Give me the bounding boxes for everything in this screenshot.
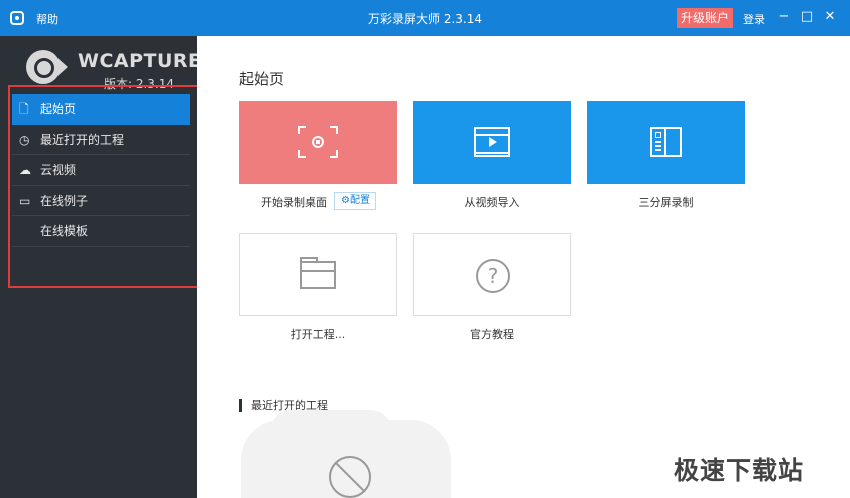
record-screen-icon	[298, 126, 338, 158]
site-watermark: 极速下载站	[674, 456, 805, 485]
sidebar-item-label: 起始页	[40, 102, 77, 116]
login-button[interactable]: 登录	[743, 11, 765, 27]
sidebar-item-cloud-video[interactable]: ☁ 云视频	[12, 155, 190, 186]
import-video-label: 从视频导入	[464, 196, 520, 209]
no-entry-icon	[329, 456, 371, 498]
sidebar-item-label: 最近打开的工程	[40, 132, 125, 147]
page-title: 起始页	[239, 70, 285, 88]
help-icon: ?	[476, 259, 510, 293]
folder-icon	[300, 257, 336, 289]
main-content: 起始页 开始录制桌面 ⚙配置 从视频导入 三分屏录制 打开工程... ? 官方教…	[197, 36, 850, 498]
sidebar: WCAPTURE 版本: 2.3.14 🗋 起始页 ◷ 最近打开的工程 ☁ 云视…	[0, 36, 201, 498]
upgrade-account-button[interactable]: 升级账户	[677, 8, 734, 28]
sidebar-item-recent-projects[interactable]: ◷ 最近打开的工程	[12, 125, 190, 155]
record-desktop-tile[interactable]	[239, 101, 397, 184]
split-screen-record-label: 三分屏录制	[638, 196, 694, 209]
version-label: 版本: 2.3.14	[104, 77, 175, 91]
open-project-label: 打开工程...	[290, 328, 346, 341]
camera-logo-icon	[26, 50, 60, 84]
document-icon: 🗋	[19, 102, 29, 116]
sidebar-item-label: 云视频	[40, 163, 77, 177]
logo-text: WCAPTURE	[78, 50, 202, 72]
split-screen-record-tile[interactable]	[587, 101, 745, 184]
minimize-button[interactable]: −	[776, 9, 792, 25]
official-tutorial-label: 官方教程	[470, 328, 514, 341]
official-tutorial-tile[interactable]: ?	[413, 233, 571, 316]
config-button[interactable]: ⚙配置	[334, 192, 376, 210]
cloud-icon: ☁	[19, 163, 31, 177]
maximize-button[interactable]: □	[799, 9, 815, 25]
brand-logo: WCAPTURE 版本: 2.3.14	[26, 45, 201, 93]
sidebar-item-start-page[interactable]: 🗋 起始页	[12, 94, 190, 125]
sidebar-nav: 🗋 起始页 ◷ 最近打开的工程 ☁ 云视频 ▭ 在线例子 在线模板	[12, 94, 190, 247]
sidebar-item-label: 在线例子	[40, 193, 89, 208]
sidebar-item-online-examples[interactable]: ▭ 在线例子	[12, 186, 190, 216]
import-video-tile[interactable]	[413, 101, 571, 184]
close-button[interactable]: ✕	[822, 9, 838, 25]
title-bar: 帮助 万彩录屏大师 2.3.14 升级账户 登录 − □ ✕	[0, 0, 850, 36]
film-icon	[474, 127, 510, 157]
briefcase-icon: ▭	[19, 193, 31, 208]
split-screen-icon	[650, 127, 682, 157]
open-project-tile[interactable]	[239, 233, 397, 316]
clock-icon: ◷	[19, 132, 30, 147]
sidebar-item-online-templates[interactable]: 在线模板	[12, 216, 190, 247]
sidebar-item-label: 在线模板	[40, 224, 89, 238]
